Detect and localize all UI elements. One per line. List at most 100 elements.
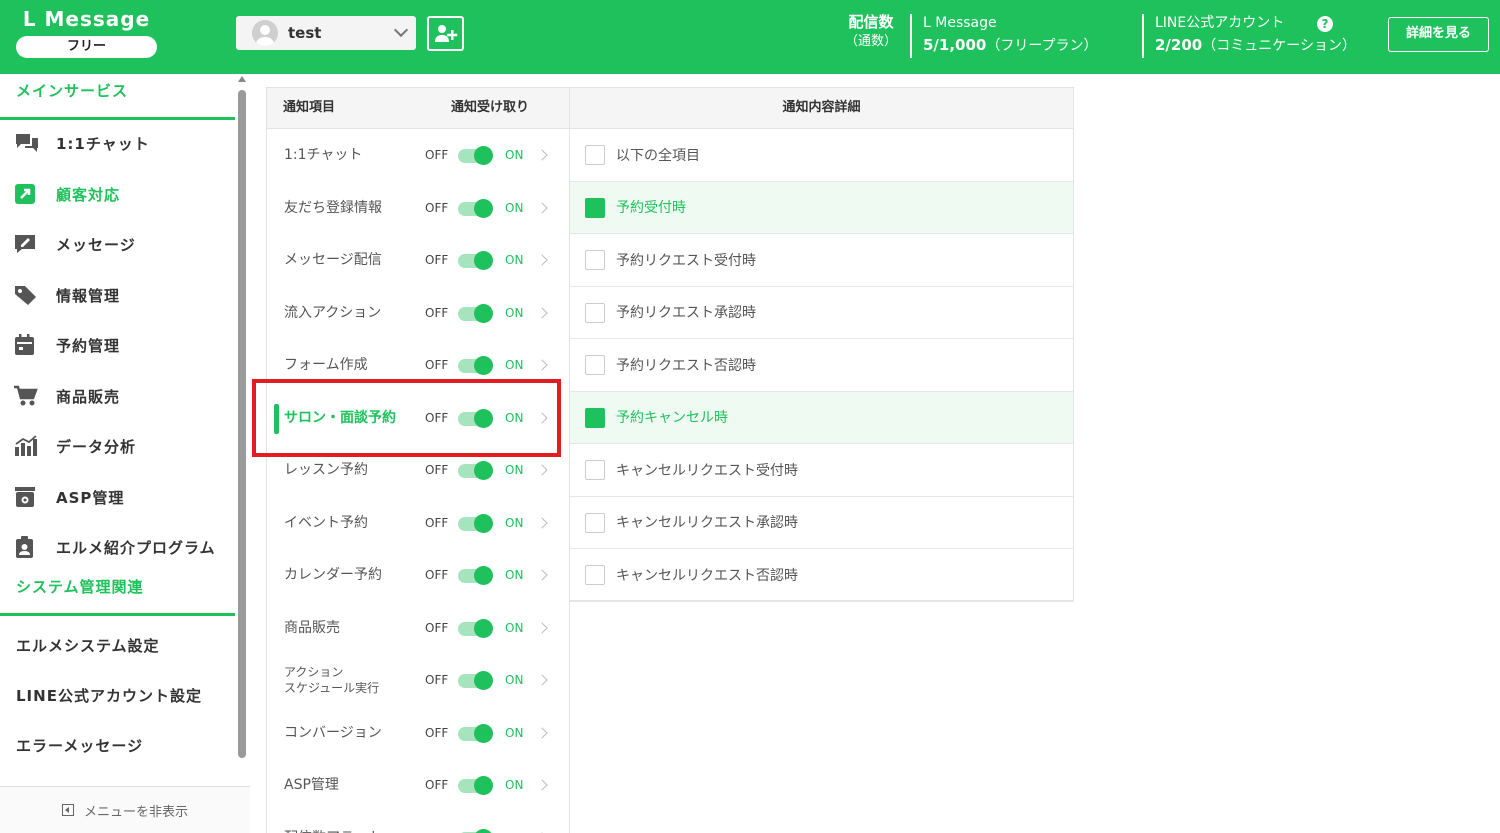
chevron-right-icon[interactable] xyxy=(536,779,548,791)
detail-label: 予約リクエスト受付時 xyxy=(616,252,756,269)
hide-menu-button[interactable]: メニューを非表示 xyxy=(0,786,250,833)
notification-toggle[interactable] xyxy=(458,618,493,638)
detail-checkbox[interactable] xyxy=(585,512,605,533)
notification-toggle[interactable] xyxy=(458,723,493,743)
detail-checkbox[interactable] xyxy=(585,565,605,585)
notification-items-panel: 通知項目 通知受け取り 1:1チャット OFF ON 友だち登録情報 OFF ON メッセー… xyxy=(266,87,570,833)
on-label: ON xyxy=(505,515,524,530)
list-item[interactable]: キャンセルリクエスト受付時 xyxy=(570,444,1073,497)
chevron-right-icon[interactable] xyxy=(536,464,548,476)
sidebar: メインサービス 1:1チャット 顧客対応 メッセージ 情報管理 予約管理 商品販 xyxy=(0,74,250,833)
sidebar-item-label: 予約管理 xyxy=(56,336,121,355)
row-label: アクション スケジュール実行 xyxy=(284,665,380,696)
cart-icon xyxy=(14,385,40,407)
notification-toggle[interactable] xyxy=(458,198,493,218)
row-label: メッセージ配信 xyxy=(284,252,382,269)
off-label: OFF xyxy=(425,568,449,582)
scroll-up-arrow-icon[interactable] xyxy=(238,76,246,82)
sidebar-item-line-settings[interactable]: LINE公式アカウント設定 xyxy=(0,670,235,720)
notification-toggle[interactable] xyxy=(458,251,493,270)
table-row[interactable]: 配信数アラートOFFON xyxy=(267,812,569,833)
on-label: ON xyxy=(505,305,524,320)
row-label: 友だち登録情報 xyxy=(284,199,382,216)
detail-checkbox[interactable] xyxy=(585,407,605,428)
list-item[interactable]: 予約リクエスト否認時 xyxy=(570,339,1073,392)
chevron-right-icon[interactable] xyxy=(536,726,548,739)
list-item[interactable]: 予約リクエスト承認時 xyxy=(570,287,1073,339)
list-item[interactable]: キャンセルリクエスト承認時 xyxy=(570,497,1073,549)
notification-toggle[interactable] xyxy=(458,513,493,533)
detail-checkbox[interactable] xyxy=(585,250,605,270)
notification-toggle[interactable] xyxy=(458,566,493,585)
chevron-right-icon[interactable] xyxy=(536,149,548,161)
sidebar-item-reservation[interactable]: 予約管理 xyxy=(0,320,235,370)
on-label: ON xyxy=(505,673,524,687)
sidebar-scrollbar[interactable] xyxy=(237,76,248,766)
on-label: ON xyxy=(505,568,524,582)
table-row[interactable]: アクション スケジュール実行 OFF ON xyxy=(267,654,569,707)
table-row[interactable]: ASP管理 OFF ON xyxy=(267,759,569,812)
detail-checkbox[interactable] xyxy=(585,460,605,480)
sidebar-item-customer[interactable]: 顧客対応 xyxy=(0,169,235,219)
sidebar-item-asp[interactable]: ASP管理 xyxy=(0,472,235,522)
notification-toggle[interactable] xyxy=(458,356,493,375)
calendar-icon xyxy=(14,334,40,356)
list-item[interactable]: 予約受付時 xyxy=(570,181,1073,234)
table-row[interactable]: メッセージ配信 OFF ON xyxy=(267,234,569,287)
account-select[interactable]: test xyxy=(236,16,416,50)
sidebar-item-system-settings[interactable]: エルメシステム設定 xyxy=(0,620,235,670)
sidebar-item-sales[interactable]: 商品販売 xyxy=(0,371,235,421)
table-row[interactable]: イベント予約 OFF ON xyxy=(267,497,569,550)
chevron-right-icon[interactable] xyxy=(536,201,548,214)
highlight-box xyxy=(252,379,561,457)
chevron-right-icon[interactable] xyxy=(536,569,548,581)
detail-label: 予約リクエスト承認時 xyxy=(616,305,756,322)
chevron-right-icon[interactable] xyxy=(536,254,548,266)
chevron-right-icon[interactable] xyxy=(536,359,548,371)
add-user-button[interactable] xyxy=(427,16,464,51)
notification-toggle[interactable] xyxy=(458,671,493,690)
chevron-right-icon[interactable] xyxy=(536,621,548,634)
chevron-right-icon[interactable] xyxy=(536,306,548,319)
chevron-right-icon[interactable] xyxy=(536,674,548,686)
list-item[interactable]: 予約キャンセル時 xyxy=(570,391,1073,444)
chevron-right-icon[interactable] xyxy=(536,516,548,529)
detail-checkbox[interactable] xyxy=(585,145,605,165)
lmessage-title: L Message xyxy=(923,15,997,31)
sidebar-item-message[interactable]: メッセージ xyxy=(0,219,235,269)
detail-checkbox[interactable] xyxy=(585,355,605,375)
help-icon[interactable]: ? xyxy=(1317,16,1333,32)
col-receive-header: 通知受け取り xyxy=(451,100,530,115)
on-label: ON xyxy=(505,358,524,372)
sidebar-item-label: 1:1チャット xyxy=(56,134,150,153)
notification-toggle[interactable] xyxy=(458,776,493,795)
brand-logo[interactable]: L Message フリー xyxy=(16,6,157,58)
line-count: 2/200 xyxy=(1155,36,1203,54)
notification-toggle[interactable] xyxy=(458,303,493,323)
detail-checkbox[interactable] xyxy=(585,197,605,218)
sidebar-item-label: LINE公式アカウント設定 xyxy=(16,686,202,705)
notification-toggle[interactable] xyxy=(458,461,493,480)
list-item[interactable]: 予約リクエスト受付時 xyxy=(570,234,1073,287)
table-row[interactable]: 1:1チャット OFF ON xyxy=(267,129,569,182)
off-label: OFF xyxy=(425,200,449,215)
table-row[interactable]: 商品販売 OFF ON xyxy=(267,602,569,655)
notification-toggle[interactable] xyxy=(458,146,493,165)
off-label: OFF xyxy=(425,253,449,267)
sidebar-item-info[interactable]: 情報管理 xyxy=(0,270,235,320)
detail-button[interactable]: 詳細を見る xyxy=(1388,17,1489,52)
table-row[interactable]: カレンダー予約 OFF ON xyxy=(267,549,569,602)
list-item[interactable]: キャンセルリクエスト否認時 xyxy=(570,549,1073,602)
table-row[interactable]: コンバージョン OFF ON xyxy=(267,707,569,760)
scroll-thumb[interactable] xyxy=(238,90,246,758)
sidebar-item-error-message[interactable]: エラーメッセージ xyxy=(0,720,235,770)
off-label: OFF xyxy=(425,305,449,320)
sidebar-item-chat[interactable]: 1:1チャット xyxy=(0,118,235,168)
detail-checkbox[interactable] xyxy=(585,302,605,323)
sidebar-item-referral[interactable]: エルメ紹介プログラム xyxy=(0,522,235,572)
detail-label: 以下の全項目 xyxy=(616,147,700,164)
sidebar-item-analytics[interactable]: データ分析 xyxy=(0,421,235,471)
list-item[interactable]: 以下の全項目 xyxy=(570,129,1073,182)
table-row[interactable]: 流入アクション OFF ON xyxy=(267,287,569,340)
table-row[interactable]: 友だち登録情報 OFF ON xyxy=(267,182,569,235)
